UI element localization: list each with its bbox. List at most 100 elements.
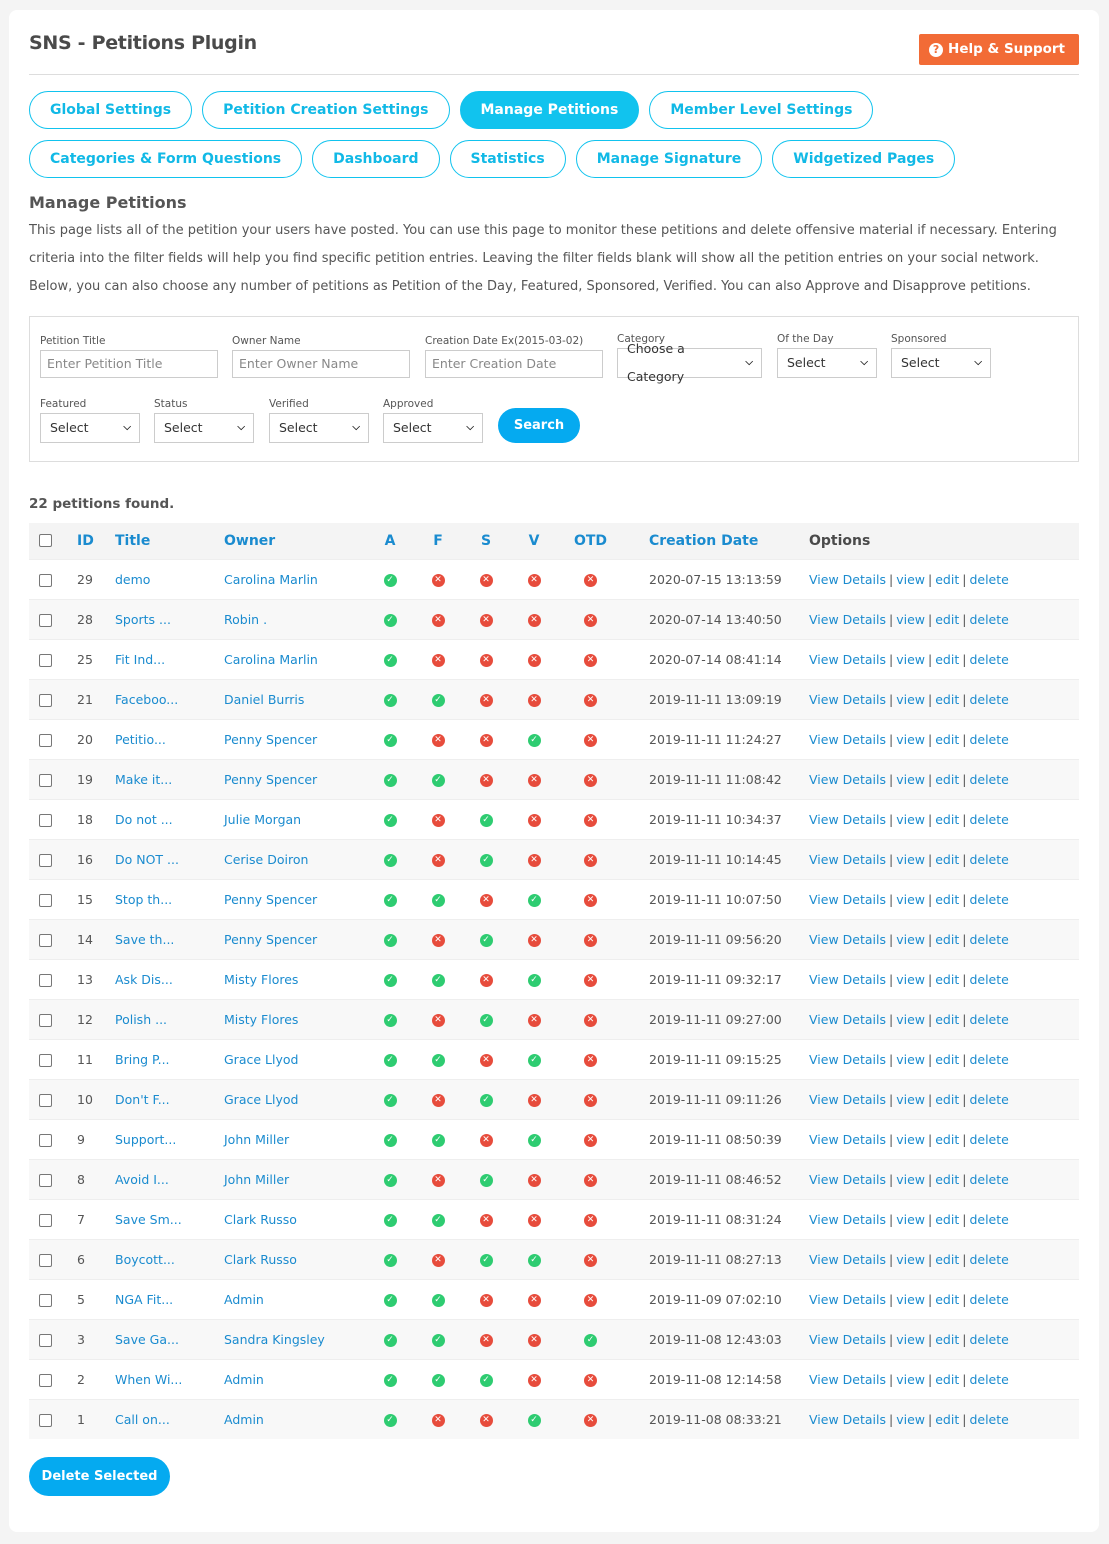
x-circle-icon[interactable]: ✕	[527, 613, 541, 627]
row-checkbox[interactable]	[39, 933, 52, 947]
view-details-link[interactable]: View Details	[809, 1372, 886, 1387]
check-circle-icon[interactable]: ✓	[431, 1213, 445, 1227]
delete-link[interactable]: delete	[969, 572, 1008, 587]
petition-title-input[interactable]: Enter Petition Title	[40, 350, 218, 378]
delete-link[interactable]: delete	[969, 1412, 1008, 1427]
petition-title-link[interactable]: Do not ...	[115, 812, 173, 827]
view-link[interactable]: view	[896, 1052, 925, 1067]
delete-link[interactable]: delete	[969, 852, 1008, 867]
edit-link[interactable]: edit	[935, 1172, 959, 1187]
x-circle-icon[interactable]: ✕	[584, 1413, 597, 1427]
x-circle-icon[interactable]: ✕	[479, 693, 493, 707]
view-link[interactable]: view	[896, 572, 925, 587]
view-link[interactable]: view	[896, 732, 925, 747]
petition-title-link[interactable]: Avoid I...	[115, 1172, 169, 1187]
view-details-link[interactable]: View Details	[809, 1292, 886, 1307]
delete-link[interactable]: delete	[969, 1292, 1008, 1307]
tab-petition-creation-settings[interactable]: Petition Creation Settings	[202, 91, 450, 129]
edit-link[interactable]: edit	[935, 692, 959, 707]
select-all-checkbox[interactable]	[39, 534, 52, 548]
x-circle-icon[interactable]: ✕	[431, 733, 445, 747]
x-circle-icon[interactable]: ✕	[431, 613, 445, 627]
view-link[interactable]: view	[896, 1292, 925, 1307]
check-circle-icon[interactable]: ✓	[431, 973, 445, 987]
edit-link[interactable]: edit	[935, 732, 959, 747]
check-circle-icon[interactable]: ✓	[479, 813, 493, 827]
delete-link[interactable]: delete	[969, 1212, 1008, 1227]
x-circle-icon[interactable]: ✕	[527, 1213, 541, 1227]
row-checkbox[interactable]	[39, 653, 52, 667]
view-details-link[interactable]: View Details	[809, 772, 886, 787]
x-circle-icon[interactable]: ✕	[584, 893, 597, 907]
edit-link[interactable]: edit	[935, 812, 959, 827]
x-circle-icon[interactable]: ✕	[584, 693, 597, 707]
x-circle-icon[interactable]: ✕	[431, 1093, 445, 1107]
row-checkbox[interactable]	[39, 613, 52, 627]
view-details-link[interactable]: View Details	[809, 732, 886, 747]
x-circle-icon[interactable]: ✕	[584, 1213, 597, 1227]
x-circle-icon[interactable]: ✕	[584, 933, 597, 947]
view-link[interactable]: view	[896, 1252, 925, 1267]
check-circle-icon[interactable]: ✓	[383, 573, 397, 587]
owner-link[interactable]: Admin	[224, 1412, 264, 1427]
x-circle-icon[interactable]: ✕	[431, 653, 445, 667]
x-circle-icon[interactable]: ✕	[479, 1413, 493, 1427]
x-circle-icon[interactable]: ✕	[479, 973, 493, 987]
petition-title-link[interactable]: demo	[115, 572, 150, 587]
delete-link[interactable]: delete	[969, 1132, 1008, 1147]
edit-link[interactable]: edit	[935, 612, 959, 627]
check-circle-icon[interactable]: ✓	[383, 653, 397, 667]
x-circle-icon[interactable]: ✕	[527, 853, 541, 867]
petition-title-link[interactable]: Bring P...	[115, 1052, 170, 1067]
view-details-link[interactable]: View Details	[809, 1212, 886, 1227]
delete-link[interactable]: delete	[969, 772, 1008, 787]
check-circle-icon[interactable]: ✓	[584, 1333, 597, 1347]
check-circle-icon[interactable]: ✓	[431, 693, 445, 707]
check-circle-icon[interactable]: ✓	[383, 733, 397, 747]
view-link[interactable]: view	[896, 612, 925, 627]
check-circle-icon[interactable]: ✓	[479, 853, 493, 867]
x-circle-icon[interactable]: ✕	[431, 813, 445, 827]
x-circle-icon[interactable]: ✕	[527, 653, 541, 667]
x-circle-icon[interactable]: ✕	[527, 1293, 541, 1307]
owner-link[interactable]: Admin	[224, 1372, 264, 1387]
delete-link[interactable]: delete	[969, 732, 1008, 747]
check-circle-icon[interactable]: ✓	[383, 1053, 397, 1067]
row-checkbox[interactable]	[39, 1013, 52, 1027]
row-checkbox[interactable]	[39, 893, 52, 907]
tab-categories-form-questions[interactable]: Categories & Form Questions	[29, 140, 303, 178]
edit-link[interactable]: edit	[935, 1132, 959, 1147]
x-circle-icon[interactable]: ✕	[584, 1093, 597, 1107]
x-circle-icon[interactable]: ✕	[584, 813, 597, 827]
x-circle-icon[interactable]: ✕	[527, 773, 541, 787]
x-circle-icon[interactable]: ✕	[431, 1413, 445, 1427]
tab-dashboard[interactable]: Dashboard	[312, 140, 440, 178]
row-checkbox[interactable]	[39, 1413, 52, 1427]
petition-title-link[interactable]: Ask Dis...	[115, 972, 173, 987]
check-circle-icon[interactable]: ✓	[431, 1053, 445, 1067]
x-circle-icon[interactable]: ✕	[479, 613, 493, 627]
check-circle-icon[interactable]: ✓	[479, 1093, 493, 1107]
check-circle-icon[interactable]: ✓	[383, 893, 397, 907]
view-details-link[interactable]: View Details	[809, 1132, 886, 1147]
owner-link[interactable]: John Miller	[224, 1132, 289, 1147]
check-circle-icon[interactable]: ✓	[431, 1133, 445, 1147]
owner-link[interactable]: Clark Russo	[224, 1252, 297, 1267]
view-link[interactable]: view	[896, 1332, 925, 1347]
x-circle-icon[interactable]: ✕	[584, 1013, 597, 1027]
x-circle-icon[interactable]: ✕	[479, 1293, 493, 1307]
check-circle-icon[interactable]: ✓	[527, 1053, 541, 1067]
owner-link[interactable]: Penny Spencer	[224, 732, 317, 747]
edit-link[interactable]: edit	[935, 1372, 959, 1387]
x-circle-icon[interactable]: ✕	[584, 973, 597, 987]
edit-link[interactable]: edit	[935, 1012, 959, 1027]
view-details-link[interactable]: View Details	[809, 1412, 886, 1427]
owner-link[interactable]: Penny Spencer	[224, 772, 317, 787]
view-details-link[interactable]: View Details	[809, 1252, 886, 1267]
petition-title-link[interactable]: Sports ...	[115, 612, 171, 627]
check-circle-icon[interactable]: ✓	[479, 933, 493, 947]
x-circle-icon[interactable]: ✕	[479, 893, 493, 907]
x-circle-icon[interactable]: ✕	[584, 1173, 597, 1187]
edit-link[interactable]: edit	[935, 572, 959, 587]
view-link[interactable]: view	[896, 1012, 925, 1027]
